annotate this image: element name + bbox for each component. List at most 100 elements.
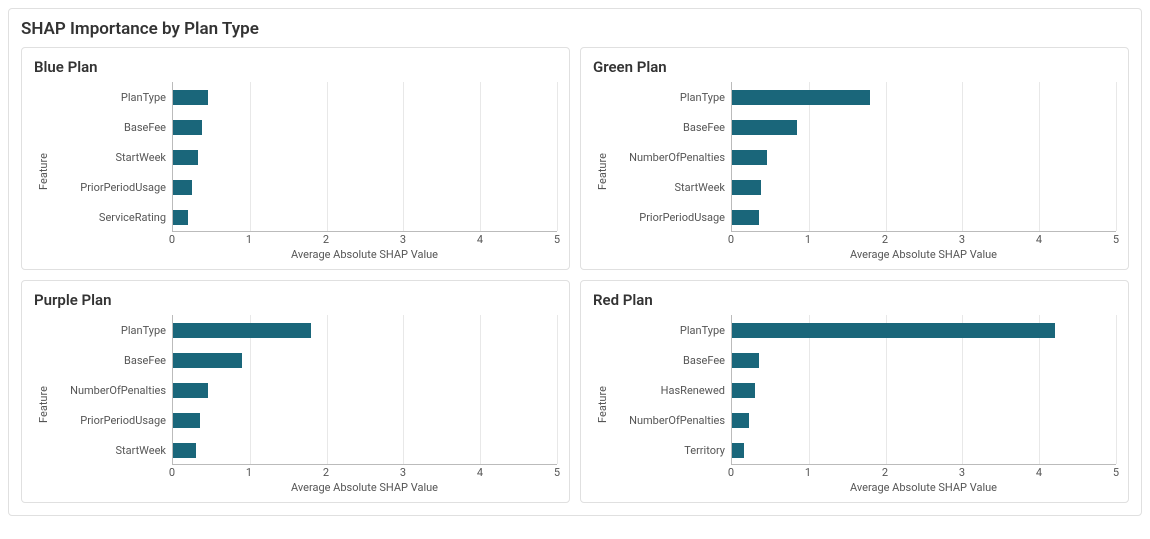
chart-wrap: FeaturePlanTypeBaseFeeNumberOfPenaltiesP… xyxy=(34,315,557,494)
gridline xyxy=(1116,315,1117,464)
x-axis-label: Average Absolute SHAP Value xyxy=(731,248,1116,261)
gridline xyxy=(480,315,481,464)
x-tick-label: 1 xyxy=(805,466,811,479)
x-ticks: 012345 xyxy=(172,465,557,479)
chart-panel: Purple Plan FeaturePlanTypeBaseFeeNumberO… xyxy=(21,280,570,503)
gridline xyxy=(1039,82,1040,231)
x-tick-label: 3 xyxy=(959,466,965,479)
bar xyxy=(732,150,767,165)
bars-region xyxy=(731,82,1116,232)
bar xyxy=(173,210,188,225)
category-label: BaseFee xyxy=(611,121,725,134)
x-tick-label: 5 xyxy=(554,233,560,246)
y-axis-label-container: Feature xyxy=(593,315,611,494)
category-labels: PlanTypeBaseFeeHasRenewedNumberOfPenalti… xyxy=(611,315,731,465)
gridline xyxy=(557,82,558,231)
chart-panel: Blue PlanFeaturePlanTypeBaseFeeStartWeek… xyxy=(21,47,570,270)
x-tick-label: 2 xyxy=(323,233,329,246)
category-label: ServiceRating xyxy=(52,211,166,224)
gridline xyxy=(403,315,404,464)
chart-panel: Green Plan Feature PlanType BaseFee NumberOf… xyxy=(580,47,1129,270)
y-axis-label: Feature xyxy=(596,386,609,423)
panel-title: Green Plan xyxy=(593,58,1116,76)
gridline xyxy=(557,315,558,464)
bar xyxy=(732,383,755,398)
bar xyxy=(732,210,759,225)
x-tick-label: 3 xyxy=(400,233,406,246)
x-tick-label: 1 xyxy=(246,466,252,479)
category-label: PlanType xyxy=(52,324,166,337)
plot-area: PlanTypeBaseFeeHasRenewedNumberOfPenalti… xyxy=(611,315,1116,465)
category-label: BaseFee xyxy=(52,121,166,134)
plot-area: PlanTypeBaseFeeStartWeekPriorPeriodUsage… xyxy=(52,82,557,232)
x-axis-label: Average Absolute SHAP Value xyxy=(731,481,1116,494)
bar xyxy=(173,180,192,195)
category-label: BaseFee xyxy=(611,354,725,367)
gridline xyxy=(1116,82,1117,231)
bar xyxy=(732,323,1055,338)
plot-column: PlanTypeBaseFeeStartWeekPriorPeriodUsage… xyxy=(52,82,557,261)
bar xyxy=(732,180,761,195)
x-axis-label: Average Absolute SHAP Value xyxy=(172,248,557,261)
x-tick-label: 1 xyxy=(246,233,252,246)
category-label: PriorPeriodUsage xyxy=(611,211,725,224)
bars-region xyxy=(172,315,557,465)
gridline xyxy=(886,82,887,231)
x-tick-label: 5 xyxy=(1113,233,1119,246)
bar xyxy=(173,443,196,458)
chart-panel: Red PlanFeaturePlanTypeBaseFeeHasRenewed… xyxy=(580,280,1129,503)
category-labels: PlanType BaseFee NumberOfPenalties StartWee… xyxy=(611,82,731,232)
x-tick-label: 4 xyxy=(1036,466,1042,479)
x-tick-label: 5 xyxy=(1113,466,1119,479)
gridline xyxy=(480,82,481,231)
bar xyxy=(732,443,744,458)
bar xyxy=(173,323,311,338)
category-label: NumberOfPenalties xyxy=(52,384,166,397)
bar xyxy=(173,353,242,368)
x-ticks: 012345 xyxy=(731,465,1116,479)
bar xyxy=(732,413,749,428)
dashboard-card: SHAP Importance by Plan Type Blue PlanFe… xyxy=(8,8,1142,516)
y-axis-label-container: Feature xyxy=(593,82,611,261)
x-tick-label: 2 xyxy=(323,466,329,479)
x-tick-label: 0 xyxy=(169,233,175,246)
plot-column: PlanTypeBaseFeeHasRenewedNumberOfPenalti… xyxy=(611,315,1116,494)
y-axis-label-container: Feature xyxy=(34,315,52,494)
bars-region xyxy=(172,82,557,232)
x-tick-label: 0 xyxy=(169,466,175,479)
category-label: StartWeek xyxy=(52,444,166,457)
plot-area: PlanTypeBaseFeeNumberOfPenaltiesPriorPer… xyxy=(52,315,557,465)
panel-title: Blue Plan xyxy=(34,58,557,76)
y-axis-label: Feature xyxy=(596,153,609,190)
gridline xyxy=(327,315,328,464)
category-label: NumberOfPenalties xyxy=(611,151,725,164)
y-axis-label-container: Feature xyxy=(34,82,52,261)
chart-grid: Blue Plan Feature PlanType BaseFee StartWeek… xyxy=(21,47,1129,503)
category-label: StartWeek xyxy=(52,151,166,164)
x-axis-label: Average Absolute SHAP Value xyxy=(172,481,557,494)
category-label: PriorPeriodUsage xyxy=(52,181,166,194)
x-tick-label: 5 xyxy=(554,466,560,479)
x-tick-label: 3 xyxy=(400,466,406,479)
gridline xyxy=(250,82,251,231)
x-tick-label: 2 xyxy=(882,233,888,246)
chart-wrap: FeaturePlanTypeBaseFeeStartWeekPriorPeri… xyxy=(34,82,557,261)
bar xyxy=(732,120,797,135)
bar xyxy=(173,383,208,398)
y-axis-label: Feature xyxy=(37,386,50,423)
x-tick-label: 4 xyxy=(477,233,483,246)
bar xyxy=(173,413,200,428)
gridline xyxy=(327,82,328,231)
bar xyxy=(173,150,198,165)
bar xyxy=(732,353,759,368)
category-label: PlanType xyxy=(611,91,725,104)
y-axis-label: Feature xyxy=(37,153,50,190)
plot-column: PlanTypeBaseFeeNumberOfPenaltiesPriorPer… xyxy=(52,315,557,494)
bars-region xyxy=(731,315,1116,465)
bar xyxy=(173,120,202,135)
x-ticks: 012345 xyxy=(731,232,1116,246)
x-tick-label: 4 xyxy=(1036,233,1042,246)
category-label: HasRenewed xyxy=(611,384,725,397)
panel-title: Purple Plan xyxy=(34,291,557,309)
category-label: StartWeek xyxy=(611,181,725,194)
